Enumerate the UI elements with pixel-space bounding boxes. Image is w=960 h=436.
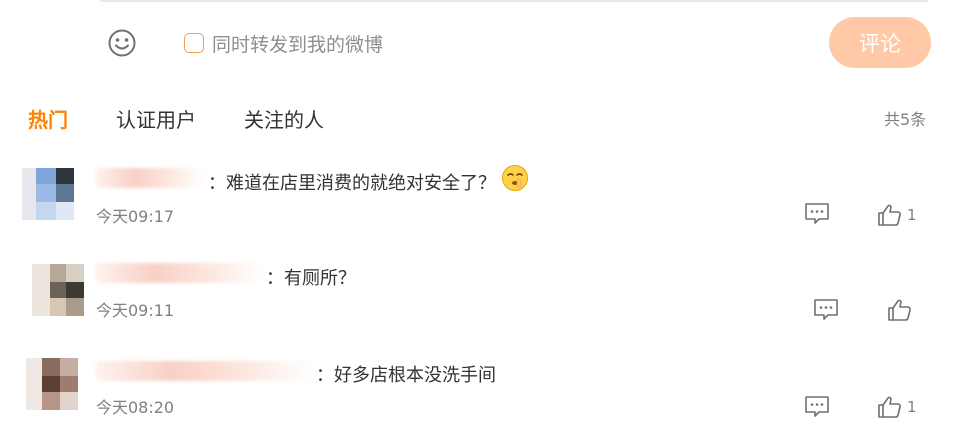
comment-text: ：难道在店里消费的就绝对安全了？ (208, 173, 496, 194)
comment-section: 同时转发到我的微博 评论 热门 认证用户 关注的人 共5条 ：难道在店里消费的就… (0, 0, 960, 436)
like-count: 1 (907, 206, 917, 224)
tab-following[interactable]: 关注的人 (244, 104, 324, 133)
reply-icon[interactable] (804, 395, 830, 419)
comment-text: ：有厕所？ (266, 268, 356, 289)
avatar[interactable] (22, 168, 74, 220)
comment-text: ：好多店根本没洗手间 (316, 365, 496, 386)
checkbox-box[interactable] (184, 33, 204, 53)
shh-face-icon (502, 165, 528, 191)
comment-time: 今天09:11 (96, 301, 175, 320)
username[interactable] (96, 361, 312, 381)
thumbs-up-icon[interactable] (887, 298, 913, 322)
comment-time: 今天09:17 (96, 207, 175, 226)
reply-icon[interactable] (804, 202, 830, 226)
composer-divider (100, 0, 928, 2)
submit-comment-button[interactable]: 评论 (829, 17, 931, 68)
tab-verified-users[interactable]: 认证用户 (116, 104, 196, 133)
repost-checkbox[interactable]: 同时转发到我的微博 (184, 31, 384, 56)
reply-icon[interactable] (813, 298, 839, 322)
like-count: 1 (907, 398, 917, 416)
thumbs-up-icon[interactable] (877, 203, 903, 227)
emoji-picker-button[interactable] (106, 27, 138, 59)
comment-count: 共5条 (884, 110, 927, 129)
comment-time: 今天08:20 (96, 398, 175, 417)
thumbs-up-icon[interactable] (877, 395, 903, 419)
repost-label: 同时转发到我的微博 (212, 33, 384, 56)
tab-hot[interactable]: 热门 (28, 104, 68, 133)
avatar[interactable] (32, 264, 84, 316)
username[interactable] (96, 263, 262, 283)
smiley-icon (108, 29, 136, 57)
username[interactable] (96, 168, 204, 188)
avatar[interactable] (26, 358, 78, 410)
